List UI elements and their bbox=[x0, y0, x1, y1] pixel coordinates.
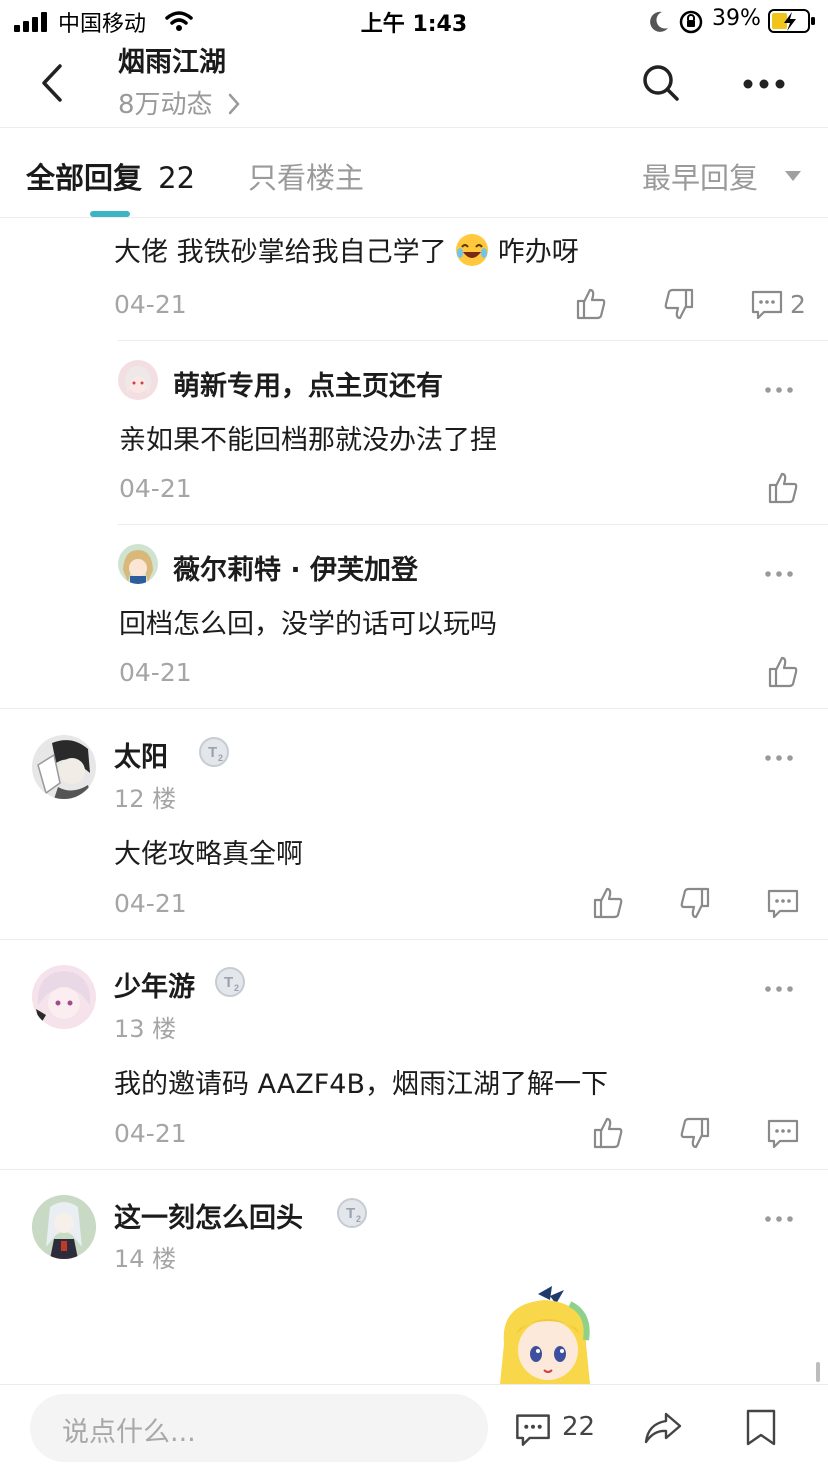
comment-placeholder: 说点什么... bbox=[62, 1417, 196, 1448]
tab-op-only[interactable]: 只看楼主 bbox=[248, 155, 364, 197]
anime-sticker-image bbox=[500, 1286, 590, 1384]
post-text: 大佬攻略真全啊 bbox=[114, 839, 303, 870]
reply-text-part2: 咋办呀 bbox=[497, 237, 579, 268]
badge-t2-icon: T 2 bbox=[337, 1198, 367, 1228]
scrollbar[interactable] bbox=[816, 1362, 820, 1382]
floor-number: 14 楼 bbox=[114, 1245, 177, 1273]
more-icon[interactable] bbox=[764, 385, 794, 395]
thumb-up-icon[interactable] bbox=[591, 886, 625, 920]
tab-all-label: 全部回复 bbox=[26, 161, 143, 195]
battery-icon bbox=[768, 9, 815, 33]
thumb-up-icon[interactable] bbox=[591, 1116, 625, 1150]
svg-text:2: 2 bbox=[218, 753, 223, 763]
avatar[interactable] bbox=[32, 965, 96, 1029]
user-name[interactable]: 这一刻怎么回头 bbox=[114, 1196, 303, 1235]
bookmark-icon[interactable] bbox=[744, 1408, 778, 1448]
thumb-up-icon[interactable] bbox=[766, 471, 800, 505]
laughing-emoji-icon bbox=[456, 234, 489, 266]
dynamics-link[interactable]: 8万动态 bbox=[118, 84, 241, 121]
sub-reply-date: 04-21 bbox=[119, 658, 192, 687]
bottom-divider bbox=[0, 1384, 828, 1385]
share-icon[interactable] bbox=[642, 1408, 684, 1448]
svg-text:T: T bbox=[224, 974, 233, 991]
sort-dropdown[interactable]: 最早回复 bbox=[642, 155, 758, 197]
comment-icon[interactable] bbox=[766, 886, 800, 920]
status-bar: 中国移动 上午 1:43 39% bbox=[0, 0, 828, 44]
reply-text-part1: 大佬 我铁砂掌给我自己学了 bbox=[114, 237, 447, 268]
divider bbox=[0, 939, 828, 940]
page-title: 烟雨江湖 bbox=[118, 47, 226, 78]
svg-text:T: T bbox=[208, 744, 217, 761]
avatar[interactable] bbox=[118, 360, 158, 400]
user-name[interactable]: 太阳 bbox=[114, 735, 168, 774]
avatar-image bbox=[32, 1195, 96, 1259]
bottom-comment-count: 22 bbox=[562, 1412, 596, 1442]
battery-percent: 39% bbox=[712, 6, 761, 31]
more-icon[interactable] bbox=[764, 1214, 794, 1224]
divider bbox=[118, 340, 828, 341]
tab-all-replies[interactable]: 全部回复 22 bbox=[26, 155, 195, 197]
floor-number: 13 楼 bbox=[114, 1015, 177, 1043]
thumb-down-icon[interactable] bbox=[678, 886, 712, 920]
divider bbox=[0, 1169, 828, 1170]
thumb-down-icon[interactable] bbox=[678, 1116, 712, 1150]
reply-text: 大佬 我铁砂掌给我自己学了 咋办呀 bbox=[114, 230, 579, 269]
floor-number: 12 楼 bbox=[114, 785, 177, 813]
svg-text:2: 2 bbox=[356, 1214, 361, 1224]
badge-t2-icon: T 2 bbox=[199, 737, 229, 767]
avatar[interactable] bbox=[32, 735, 96, 799]
thumb-down-icon[interactable] bbox=[662, 287, 696, 321]
tabs-divider bbox=[0, 217, 828, 218]
moon-icon bbox=[650, 11, 668, 32]
more-icon[interactable] bbox=[764, 569, 794, 579]
avatar[interactable] bbox=[32, 1195, 96, 1259]
badge-t2-icon: T 2 bbox=[215, 967, 245, 997]
orientation-lock-icon bbox=[679, 10, 703, 34]
avatar-image bbox=[123, 550, 153, 584]
comment-icon[interactable] bbox=[514, 1410, 552, 1448]
comment-icon[interactable] bbox=[750, 287, 784, 321]
dynamics-count: 8万动态 bbox=[118, 90, 213, 120]
post-date: 04-21 bbox=[114, 1119, 187, 1148]
user-name[interactable]: 萌新专用，点主页还有 bbox=[173, 364, 443, 403]
svg-text:T: T bbox=[346, 1205, 355, 1222]
sub-reply-text: 亲如果不能回档那就没办法了捏 bbox=[119, 425, 497, 456]
user-name[interactable]: 薇尔莉特 · 伊芙加登 bbox=[173, 548, 418, 587]
divider bbox=[118, 524, 828, 525]
reply-date: 04-21 bbox=[114, 290, 187, 319]
chevron-right-icon bbox=[228, 93, 240, 115]
sub-reply-text: 回档怎么回，没学的话可以玩吗 bbox=[119, 609, 497, 640]
post-date: 04-21 bbox=[114, 889, 187, 918]
avatar-image bbox=[36, 971, 91, 1025]
caret-down-icon[interactable] bbox=[784, 170, 802, 182]
divider bbox=[0, 708, 828, 709]
user-name[interactable]: 少年游 bbox=[114, 965, 195, 1004]
avatar[interactable] bbox=[118, 544, 158, 584]
avatar-image bbox=[125, 366, 151, 396]
sub-reply-date: 04-21 bbox=[119, 474, 192, 503]
more-icon[interactable] bbox=[740, 72, 788, 96]
avatar-image bbox=[37, 740, 92, 799]
search-icon[interactable] bbox=[640, 62, 682, 104]
svg-text:2: 2 bbox=[234, 983, 239, 993]
comment-count: 2 bbox=[790, 290, 806, 319]
tab-all-count: 22 bbox=[158, 161, 196, 195]
comment-icon[interactable] bbox=[766, 1116, 800, 1150]
post-text: 我的邀请码 AAZF4B，烟雨江湖了解一下 bbox=[114, 1069, 609, 1100]
back-icon[interactable] bbox=[28, 58, 76, 108]
thumb-up-icon[interactable] bbox=[766, 655, 800, 689]
more-icon[interactable] bbox=[764, 984, 794, 994]
more-icon[interactable] bbox=[764, 753, 794, 763]
thumb-up-icon[interactable] bbox=[574, 287, 608, 321]
header-divider bbox=[0, 127, 828, 128]
